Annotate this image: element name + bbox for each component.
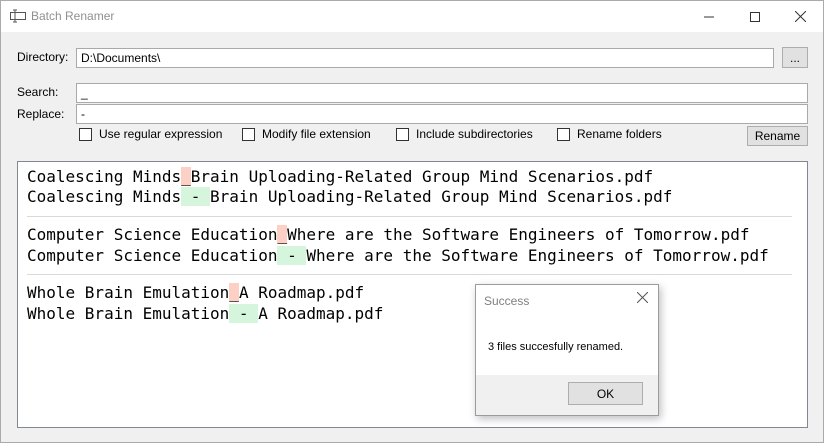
filename-suffix: A Roadmap.pdf	[258, 304, 384, 323]
filename-prefix: Coalescing Minds	[27, 167, 182, 186]
old-filename: Whole Brain Emulation_A Roadmap.pdf	[27, 283, 364, 303]
browse-button[interactable]: ...	[782, 47, 808, 68]
divider	[27, 274, 792, 275]
minimize-button[interactable]	[686, 1, 732, 32]
filename-prefix: Computer Science Education	[27, 246, 278, 265]
rename-app-icon	[10, 9, 26, 23]
added-text: -	[181, 187, 211, 206]
new-filename: Coalescing Minds - Brain Uploading-Relat…	[27, 187, 672, 207]
replace-label: Replace:	[17, 107, 65, 121]
filename-suffix: Where are the Software Engineers of Tomo…	[306, 246, 769, 265]
rename-folders-label: Rename folders	[577, 127, 662, 141]
close-icon	[636, 291, 648, 306]
filename-prefix: Whole Brain Emulation	[27, 304, 230, 323]
directory-label: Directory:	[17, 50, 69, 64]
success-dialog: Success 3 files succesfully renamed. OK	[475, 284, 659, 416]
dialog-close-button[interactable]	[634, 291, 650, 307]
minimize-icon	[704, 12, 714, 22]
maximize-icon	[750, 11, 760, 22]
title-bar[interactable]: Batch Renamer	[1, 1, 823, 32]
rename-preview-list[interactable]: Coalescing Minds_Brain Uploading-Related…	[17, 161, 808, 428]
new-filename: Computer Science Education - Where are t…	[27, 246, 769, 266]
replace-input[interactable]: -	[76, 104, 808, 124]
use-regex-label: Use regular expression	[99, 127, 223, 141]
include-subdirectories-label: Include subdirectories	[416, 127, 533, 141]
added-text: -	[277, 246, 307, 265]
removed-text: _	[181, 167, 191, 186]
directory-input[interactable]: D:\Documents\	[76, 48, 774, 68]
rename-folders-checkbox[interactable]: Rename folders	[557, 127, 662, 141]
batch-renamer-window: Batch Renamer Directory: D:\Documents\ .…	[0, 0, 824, 443]
removed-text: _	[277, 225, 288, 244]
search-label: Search:	[17, 85, 59, 99]
old-filename: Computer Science Education_Where are the…	[27, 225, 749, 245]
filename-prefix: Whole Brain Emulation	[27, 283, 230, 302]
include-subdirectories-checkbox[interactable]: Include subdirectories	[396, 127, 533, 141]
filename-suffix: Where are the Software Engineers of Tomo…	[287, 225, 750, 244]
maximize-button[interactable]	[732, 1, 778, 32]
search-input[interactable]: _	[76, 83, 808, 103]
filename-suffix: A Roadmap.pdf	[238, 283, 365, 302]
use-regex-checkbox[interactable]: Use regular expression	[79, 127, 222, 141]
removed-text: _	[229, 283, 239, 302]
dialog-title: Success	[484, 294, 530, 308]
filename-suffix: Brain Uploading-Related Group Mind Scena…	[210, 187, 673, 206]
new-filename: Whole Brain Emulation - A Roadmap.pdf	[27, 304, 383, 324]
dialog-message: 3 files succesfully renamed.	[488, 341, 624, 353]
checkbox-box[interactable]	[242, 127, 255, 141]
added-text: -	[229, 304, 259, 323]
checkbox-box[interactable]	[79, 127, 92, 141]
old-filename: Coalescing Minds_Brain Uploading-Related…	[27, 167, 653, 187]
filename-prefix: Computer Science Education	[27, 225, 278, 244]
dialog-footer: OK	[476, 375, 658, 415]
window-title: Batch Renamer	[31, 9, 115, 23]
modify-extension-checkbox[interactable]: Modify file extension	[242, 127, 371, 141]
filename-suffix: Brain Uploading-Related Group Mind Scena…	[190, 167, 654, 186]
close-icon	[794, 11, 806, 22]
ok-button[interactable]: OK	[568, 382, 643, 405]
close-button[interactable]	[777, 1, 823, 32]
rename-button[interactable]: Rename	[747, 126, 808, 146]
modify-extension-label: Modify file extension	[262, 127, 371, 141]
checkbox-box[interactable]	[396, 127, 409, 141]
divider	[27, 216, 792, 217]
checkbox-box[interactable]	[557, 127, 570, 141]
filename-prefix: Coalescing Minds	[27, 187, 182, 206]
